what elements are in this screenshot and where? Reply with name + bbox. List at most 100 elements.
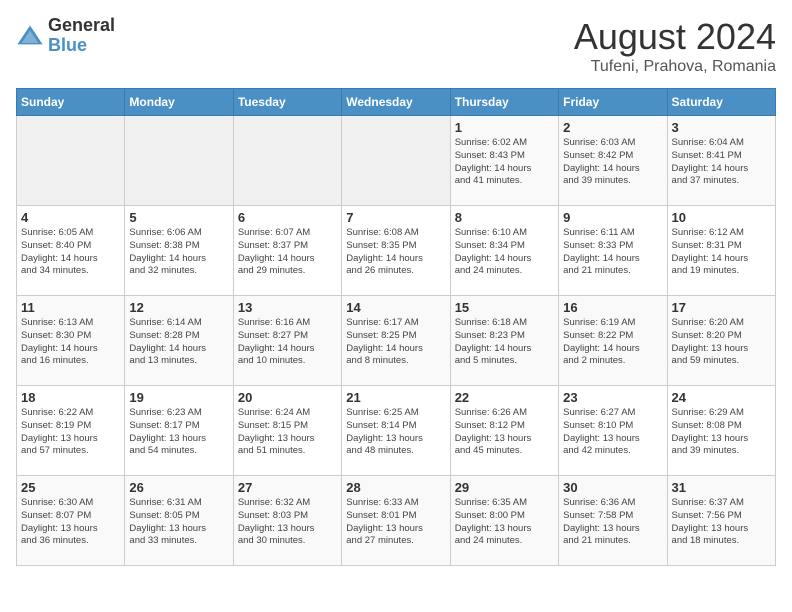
cell-info: Sunrise: 6:16 AM Sunset: 8:27 PM Dayligh… bbox=[238, 317, 337, 368]
logo: General Blue bbox=[16, 16, 115, 56]
calendar-cell: 6 Sunrise: 6:07 AM Sunset: 8:37 PM Daylig… bbox=[233, 206, 341, 296]
calendar-cell bbox=[233, 116, 341, 206]
day-number: 27 bbox=[238, 480, 337, 495]
calendar-cell bbox=[342, 116, 450, 206]
cell-info: Sunrise: 6:11 AM Sunset: 8:33 PM Dayligh… bbox=[563, 227, 662, 278]
day-number: 23 bbox=[563, 390, 662, 405]
calendar-cell: 30 Sunrise: 6:36 AM Sunset: 7:58 PM Dayli… bbox=[559, 476, 667, 566]
cell-info: Sunrise: 6:18 AM Sunset: 8:23 PM Dayligh… bbox=[455, 317, 554, 368]
calendar-cell: 3 Sunrise: 6:04 AM Sunset: 8:41 PM Daylig… bbox=[667, 116, 775, 206]
cell-info: Sunrise: 6:25 AM Sunset: 8:14 PM Dayligh… bbox=[346, 407, 445, 458]
logo-icon bbox=[16, 22, 44, 50]
location-title: Tufeni, Prahova, Romania bbox=[574, 58, 776, 76]
day-number: 17 bbox=[672, 300, 771, 315]
cell-info: Sunrise: 6:26 AM Sunset: 8:12 PM Dayligh… bbox=[455, 407, 554, 458]
header: General Blue August 2024 Tufeni, Prahova… bbox=[16, 16, 776, 76]
calendar-cell: 23 Sunrise: 6:27 AM Sunset: 8:10 PM Dayli… bbox=[559, 386, 667, 476]
cell-info: Sunrise: 6:33 AM Sunset: 8:01 PM Dayligh… bbox=[346, 497, 445, 548]
day-number: 22 bbox=[455, 390, 554, 405]
cell-info: Sunrise: 6:17 AM Sunset: 8:25 PM Dayligh… bbox=[346, 317, 445, 368]
week-row-2: 11 Sunrise: 6:13 AM Sunset: 8:30 PM Dayli… bbox=[17, 296, 776, 386]
day-number: 26 bbox=[129, 480, 228, 495]
day-number: 11 bbox=[21, 300, 120, 315]
calendar-cell: 16 Sunrise: 6:19 AM Sunset: 8:22 PM Dayli… bbox=[559, 296, 667, 386]
day-number: 10 bbox=[672, 210, 771, 225]
day-number: 31 bbox=[672, 480, 771, 495]
calendar-cell: 11 Sunrise: 6:13 AM Sunset: 8:30 PM Dayli… bbox=[17, 296, 125, 386]
calendar-cell: 24 Sunrise: 6:29 AM Sunset: 8:08 PM Dayli… bbox=[667, 386, 775, 476]
cell-info: Sunrise: 6:24 AM Sunset: 8:15 PM Dayligh… bbox=[238, 407, 337, 458]
week-row-4: 25 Sunrise: 6:30 AM Sunset: 8:07 PM Dayli… bbox=[17, 476, 776, 566]
calendar-cell: 8Sunrise: 6:10 AM Sunset: 8:34 PM Daylig… bbox=[450, 206, 558, 296]
cell-info: Sunrise: 6:02 AM Sunset: 8:43 PM Dayligh… bbox=[455, 137, 554, 188]
calendar-cell: 7Sunrise: 6:08 AM Sunset: 8:35 PM Daylig… bbox=[342, 206, 450, 296]
logo-text: General Blue bbox=[48, 16, 115, 56]
day-number: 5 bbox=[129, 210, 228, 225]
cell-info: Sunrise: 6:06 AM Sunset: 8:38 PM Dayligh… bbox=[129, 227, 228, 278]
cell-info: Sunrise: 6:04 AM Sunset: 8:41 PM Dayligh… bbox=[672, 137, 771, 188]
cell-info: Sunrise: 6:29 AM Sunset: 8:08 PM Dayligh… bbox=[672, 407, 771, 458]
calendar-cell: 22 Sunrise: 6:26 AM Sunset: 8:12 PM Dayli… bbox=[450, 386, 558, 476]
day-number: 18 bbox=[21, 390, 120, 405]
calendar-cell: 5 Sunrise: 6:06 AM Sunset: 8:38 PM Daylig… bbox=[125, 206, 233, 296]
day-number: 8 bbox=[455, 210, 554, 225]
col-header-wednesday: Wednesday bbox=[342, 89, 450, 116]
cell-info: Sunrise: 6:20 AM Sunset: 8:20 PM Dayligh… bbox=[672, 317, 771, 368]
col-header-sunday: Sunday bbox=[17, 89, 125, 116]
calendar-table: SundayMondayTuesdayWednesdayThursdayFrid… bbox=[16, 88, 776, 566]
day-number: 9 bbox=[563, 210, 662, 225]
day-number: 21 bbox=[346, 390, 445, 405]
col-header-tuesday: Tuesday bbox=[233, 89, 341, 116]
day-number: 13 bbox=[238, 300, 337, 315]
calendar-cell: 15Sunrise: 6:18 AM Sunset: 8:23 PM Dayli… bbox=[450, 296, 558, 386]
day-number: 12 bbox=[129, 300, 228, 315]
calendar-cell: 14Sunrise: 6:17 AM Sunset: 8:25 PM Dayli… bbox=[342, 296, 450, 386]
day-number: 24 bbox=[672, 390, 771, 405]
day-number: 4 bbox=[21, 210, 120, 225]
calendar-cell: 31Sunrise: 6:37 AM Sunset: 7:56 PM Dayli… bbox=[667, 476, 775, 566]
cell-info: Sunrise: 6:31 AM Sunset: 8:05 PM Dayligh… bbox=[129, 497, 228, 548]
calendar-cell: 28 Sunrise: 6:33 AM Sunset: 8:01 PM Dayli… bbox=[342, 476, 450, 566]
week-row-1: 4 Sunrise: 6:05 AM Sunset: 8:40 PM Daylig… bbox=[17, 206, 776, 296]
day-number: 6 bbox=[238, 210, 337, 225]
day-number: 1 bbox=[455, 120, 554, 135]
cell-info: Sunrise: 6:35 AM Sunset: 8:00 PM Dayligh… bbox=[455, 497, 554, 548]
cell-info: Sunrise: 6:30 AM Sunset: 8:07 PM Dayligh… bbox=[21, 497, 120, 548]
calendar-cell: 17 Sunrise: 6:20 AM Sunset: 8:20 PM Dayli… bbox=[667, 296, 775, 386]
calendar-cell: 27Sunrise: 6:32 AM Sunset: 8:03 PM Dayli… bbox=[233, 476, 341, 566]
cell-info: Sunrise: 6:27 AM Sunset: 8:10 PM Dayligh… bbox=[563, 407, 662, 458]
calendar-cell: 19 Sunrise: 6:23 AM Sunset: 8:17 PM Dayli… bbox=[125, 386, 233, 476]
day-number: 28 bbox=[346, 480, 445, 495]
day-number: 16 bbox=[563, 300, 662, 315]
calendar-cell: 21 Sunrise: 6:25 AM Sunset: 8:14 PM Dayli… bbox=[342, 386, 450, 476]
calendar-cell: 10Sunrise: 6:12 AM Sunset: 8:31 PM Dayli… bbox=[667, 206, 775, 296]
col-header-monday: Monday bbox=[125, 89, 233, 116]
day-number: 2 bbox=[563, 120, 662, 135]
week-row-0: 1 Sunrise: 6:02 AM Sunset: 8:43 PM Daylig… bbox=[17, 116, 776, 206]
week-row-3: 18Sunrise: 6:22 AM Sunset: 8:19 PM Dayli… bbox=[17, 386, 776, 476]
cell-info: Sunrise: 6:13 AM Sunset: 8:30 PM Dayligh… bbox=[21, 317, 120, 368]
day-number: 19 bbox=[129, 390, 228, 405]
cell-info: Sunrise: 6:07 AM Sunset: 8:37 PM Dayligh… bbox=[238, 227, 337, 278]
day-number: 29 bbox=[455, 480, 554, 495]
cell-info: Sunrise: 6:19 AM Sunset: 8:22 PM Dayligh… bbox=[563, 317, 662, 368]
logo-blue-text: Blue bbox=[48, 36, 115, 56]
cell-info: Sunrise: 6:05 AM Sunset: 8:40 PM Dayligh… bbox=[21, 227, 120, 278]
calendar-cell: 4 Sunrise: 6:05 AM Sunset: 8:40 PM Daylig… bbox=[17, 206, 125, 296]
day-number: 30 bbox=[563, 480, 662, 495]
day-number: 3 bbox=[672, 120, 771, 135]
col-header-friday: Friday bbox=[559, 89, 667, 116]
cell-info: Sunrise: 6:14 AM Sunset: 8:28 PM Dayligh… bbox=[129, 317, 228, 368]
calendar-cell: 29 Sunrise: 6:35 AM Sunset: 8:00 PM Dayli… bbox=[450, 476, 558, 566]
cell-info: Sunrise: 6:23 AM Sunset: 8:17 PM Dayligh… bbox=[129, 407, 228, 458]
cell-info: Sunrise: 6:36 AM Sunset: 7:58 PM Dayligh… bbox=[563, 497, 662, 548]
cell-info: Sunrise: 6:08 AM Sunset: 8:35 PM Dayligh… bbox=[346, 227, 445, 278]
calendar-cell: 26 Sunrise: 6:31 AM Sunset: 8:05 PM Dayli… bbox=[125, 476, 233, 566]
calendar-cell: 18Sunrise: 6:22 AM Sunset: 8:19 PM Dayli… bbox=[17, 386, 125, 476]
day-number: 25 bbox=[21, 480, 120, 495]
cell-info: Sunrise: 6:03 AM Sunset: 8:42 PM Dayligh… bbox=[563, 137, 662, 188]
calendar-cell: 25 Sunrise: 6:30 AM Sunset: 8:07 PM Dayli… bbox=[17, 476, 125, 566]
calendar-cell bbox=[17, 116, 125, 206]
col-header-thursday: Thursday bbox=[450, 89, 558, 116]
calendar-cell: 9 Sunrise: 6:11 AM Sunset: 8:33 PM Daylig… bbox=[559, 206, 667, 296]
